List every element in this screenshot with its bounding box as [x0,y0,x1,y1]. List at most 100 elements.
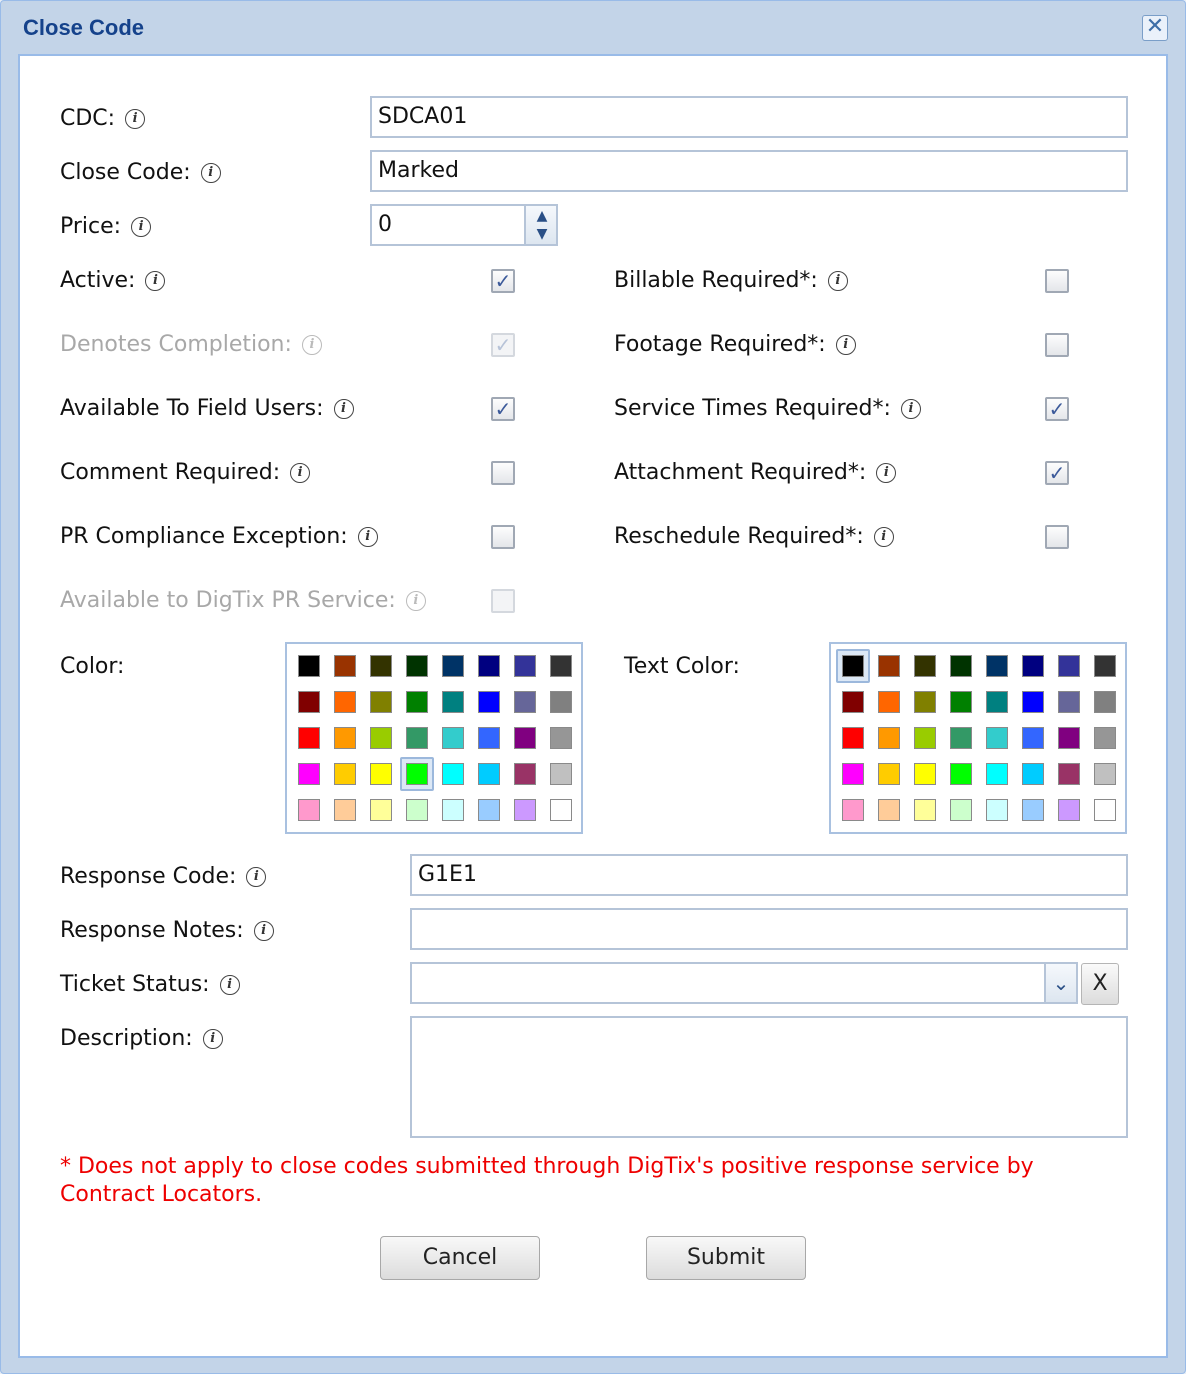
color-swatch[interactable] [842,691,864,713]
close-code-field[interactable]: Marked [370,150,1128,192]
color-swatch[interactable] [406,691,428,713]
color-swatch[interactable] [370,763,392,785]
billable-required-checkbox[interactable] [1045,269,1069,293]
color-swatch[interactable] [478,727,500,749]
info-icon[interactable]: i [876,463,897,483]
text-color-palette[interactable] [829,642,1127,834]
color-swatch[interactable] [514,655,536,677]
color-swatch[interactable] [1094,799,1116,821]
info-icon[interactable]: i [145,271,166,291]
color-swatch[interactable] [334,691,356,713]
color-swatch[interactable] [370,799,392,821]
color-swatch[interactable] [878,655,900,677]
pr-compliance-exception-checkbox[interactable] [491,525,515,549]
color-swatch[interactable] [1094,691,1116,713]
color-swatch[interactable] [442,727,464,749]
color-swatch[interactable] [514,727,536,749]
color-swatch[interactable] [1022,799,1044,821]
color-swatch[interactable] [478,799,500,821]
cdc-field[interactable]: SDCA01 [370,96,1128,138]
info-icon[interactable]: i [357,527,378,547]
color-swatch[interactable] [550,799,572,821]
color-swatch[interactable] [878,799,900,821]
color-swatch[interactable] [514,799,536,821]
cancel-button[interactable]: Cancel [380,1236,540,1280]
color-swatch[interactable] [370,727,392,749]
color-swatch[interactable] [298,799,320,821]
chevron-up-icon[interactable]: ▲ [532,207,552,225]
color-swatch[interactable] [950,691,972,713]
color-swatch[interactable] [1022,655,1044,677]
color-swatch[interactable] [1058,655,1080,677]
color-swatch[interactable] [334,799,356,821]
color-swatch[interactable] [334,655,356,677]
color-swatch[interactable] [878,691,900,713]
color-swatch[interactable] [842,799,864,821]
color-swatch[interactable] [986,655,1008,677]
active-checkbox[interactable]: ✓ [491,269,515,293]
description-textarea[interactable] [410,1016,1128,1138]
color-swatch[interactable] [1094,763,1116,785]
color-swatch[interactable] [298,691,320,713]
color-swatch[interactable] [914,727,936,749]
info-icon[interactable]: i [253,921,274,941]
color-swatch[interactable] [370,691,392,713]
color-swatch[interactable] [950,655,972,677]
info-icon[interactable]: i [125,109,146,129]
window-titlebar[interactable]: Close Code ✕ [1,1,1185,55]
available-to-field-users-checkbox[interactable]: ✓ [491,397,515,421]
color-swatch[interactable] [442,691,464,713]
color-swatch[interactable] [950,799,972,821]
color-swatch[interactable] [1022,691,1044,713]
response-notes-field[interactable] [410,908,1128,950]
color-swatch[interactable] [334,763,356,785]
info-icon[interactable]: i [290,463,311,483]
footage-required-checkbox[interactable] [1045,333,1069,357]
info-icon[interactable]: i [835,335,856,355]
info-icon[interactable]: i [202,1029,223,1049]
ticket-status-select[interactable] [410,962,1050,1004]
color-swatch[interactable] [550,691,572,713]
color-swatch[interactable] [842,727,864,749]
color-swatch[interactable] [1022,763,1044,785]
color-swatch[interactable] [478,655,500,677]
color-swatch[interactable] [370,655,392,677]
response-code-field[interactable]: G1E1 [410,854,1128,896]
color-swatch[interactable] [842,655,864,677]
color-swatch[interactable] [334,727,356,749]
color-swatch[interactable] [478,691,500,713]
color-swatch[interactable] [406,727,428,749]
color-swatch[interactable] [514,763,536,785]
color-swatch[interactable] [550,727,572,749]
color-swatch[interactable] [914,799,936,821]
color-swatch[interactable] [986,799,1008,821]
chevron-down-icon[interactable]: ⌄ [1044,962,1078,1004]
info-icon[interactable]: i [333,399,354,419]
info-icon[interactable]: i [900,399,921,419]
color-swatch[interactable] [442,655,464,677]
reschedule-required-checkbox[interactable] [1045,525,1069,549]
info-icon[interactable]: i [219,975,240,995]
close-icon[interactable]: ✕ [1142,15,1168,41]
clear-ticket-status-button[interactable]: X [1081,963,1119,1005]
price-field[interactable]: 0 [370,204,526,246]
submit-button[interactable]: Submit [646,1236,806,1280]
color-swatch[interactable] [1022,727,1044,749]
info-icon[interactable]: i [873,527,894,547]
color-swatch[interactable] [950,727,972,749]
color-swatch[interactable] [442,799,464,821]
color-swatch[interactable] [550,655,572,677]
color-swatch[interactable] [298,727,320,749]
color-swatch[interactable] [442,763,464,785]
color-swatch[interactable] [406,763,428,785]
color-swatch[interactable] [406,655,428,677]
color-swatch[interactable] [914,691,936,713]
color-swatch[interactable] [914,655,936,677]
price-stepper[interactable]: ▲ ▼ [524,204,558,246]
color-swatch[interactable] [986,727,1008,749]
color-swatch[interactable] [550,763,572,785]
color-swatch[interactable] [298,763,320,785]
color-swatch[interactable] [1058,763,1080,785]
chevron-down-icon[interactable]: ▼ [532,225,552,243]
color-swatch[interactable] [878,727,900,749]
